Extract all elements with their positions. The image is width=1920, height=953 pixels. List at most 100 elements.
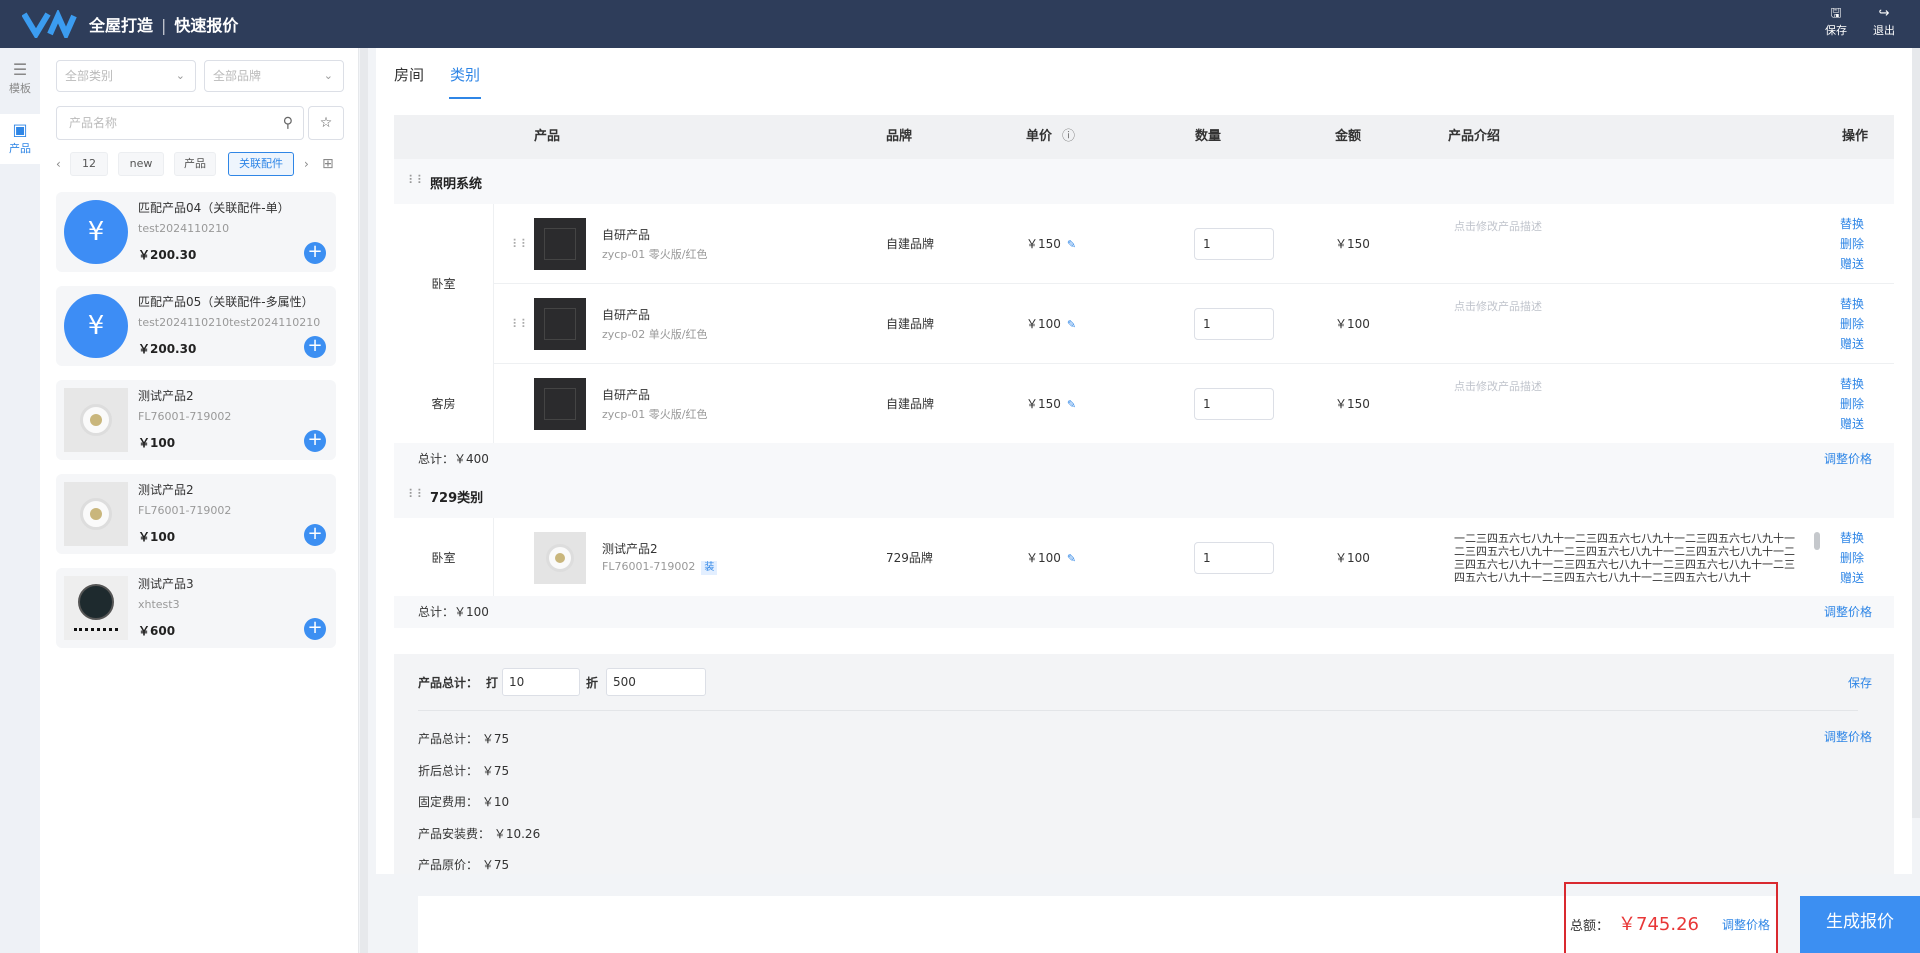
drag-handle-icon[interactable]: ⠇⠇	[408, 487, 426, 501]
add-product-button[interactable]: +	[304, 242, 326, 264]
rail-products[interactable]: ▣ 产品	[0, 114, 40, 164]
add-product-button[interactable]: +	[304, 524, 326, 546]
delete-link[interactable]: 删除	[1840, 314, 1864, 334]
replace-link[interactable]: 替换	[1840, 214, 1864, 234]
tag-product[interactable]: 产品	[174, 152, 216, 176]
adjust-price-link[interactable]: 调整价格	[1824, 443, 1872, 475]
pencil-icon[interactable]: ✎	[1067, 238, 1076, 251]
save-button[interactable]: 🖫 保存	[1818, 6, 1854, 38]
info-icon[interactable]: ⓘ	[1062, 115, 1075, 159]
replace-link[interactable]: 替换	[1840, 528, 1864, 548]
summary-line: 产品总计： ￥75	[418, 730, 509, 747]
summary-adjust-link[interactable]: 调整价格	[1824, 728, 1872, 745]
summary-line-label: 固定费用：	[418, 795, 479, 809]
footer-adjust-link[interactable]: 调整价格	[1722, 916, 1770, 933]
col-quantity: 数量	[1195, 129, 1222, 144]
product-card[interactable]: 测试产品2 FL76001-719002 ￥100 +	[56, 474, 336, 554]
subtotal-text: 总计：￥100	[418, 605, 489, 619]
summary-line: 产品原价： ￥75	[418, 856, 509, 873]
room-cell: 卧室	[394, 204, 494, 364]
category-select[interactable]: 全部类别 ⌄	[56, 60, 196, 92]
quantity-input[interactable]: 1	[1194, 228, 1274, 260]
product-search-input[interactable]: 产品名称 ⚲	[56, 106, 304, 140]
summary-line-label: 产品安装费：	[418, 827, 491, 841]
add-product-button[interactable]: +	[304, 430, 326, 452]
group-name: 729类别	[430, 491, 484, 506]
row-description[interactable]: 一二三四五六七八九十一二三四五六七八九十一二三四五六七八九十一二三四五六七八九十…	[1454, 532, 1804, 584]
chevron-left-icon[interactable]: ‹	[56, 152, 61, 176]
tag-new[interactable]: new	[118, 152, 164, 176]
replace-link[interactable]: 替换	[1840, 294, 1864, 314]
quantity-input[interactable]: 1	[1194, 308, 1274, 340]
search-icon[interactable]: ⚲	[283, 107, 293, 139]
row-product-name: 自研产品	[602, 308, 651, 322]
delete-link[interactable]: 删除	[1840, 548, 1864, 568]
panel-scrollbar[interactable]	[360, 48, 368, 953]
drag-handle-icon[interactable]: ⠇⠇	[512, 204, 530, 284]
row-description[interactable]: 点击修改产品描述	[1454, 378, 1542, 394]
product-card[interactable]: ¥ 匹配产品04（关联配件-单） test2024110210 ￥200.30 …	[56, 192, 336, 272]
favorite-button[interactable]: ☆	[308, 106, 344, 140]
tab-room[interactable]: 房间	[394, 64, 424, 85]
row-description[interactable]: 点击修改产品描述	[1454, 298, 1542, 314]
product-card[interactable]: 测试产品3 xhtest3 ￥600 +	[56, 568, 336, 648]
row-description[interactable]: 点击修改产品描述	[1454, 218, 1542, 234]
quantity-input[interactable]: 1	[1194, 542, 1274, 574]
table-row: 自研产品 zycp-01 零火版/红色 自建品牌 ￥150 ✎ 1 ￥150 点击…	[394, 364, 1894, 444]
main-scrollbar[interactable]	[1912, 48, 1920, 818]
drag-handle-icon[interactable]: ⠇⠇	[408, 173, 426, 187]
chevron-right-icon[interactable]: ›	[304, 152, 309, 176]
row-brand: 自建品牌	[886, 317, 935, 331]
exit-button[interactable]: ↪ 退出	[1866, 6, 1902, 38]
product-card-name: 测试产品2	[138, 389, 194, 403]
app-logo	[22, 10, 77, 38]
search-placeholder: 产品名称	[69, 116, 118, 130]
delete-link[interactable]: 删除	[1840, 394, 1864, 414]
grid-icon[interactable]: ⊞	[322, 152, 334, 176]
gift-link[interactable]: 赠送	[1840, 334, 1864, 354]
description-scrollbar[interactable]	[1814, 532, 1820, 550]
product-card[interactable]: 测试产品2 FL76001-719002 ￥100 +	[56, 380, 336, 460]
active-tab-indicator	[449, 97, 481, 99]
discount-input[interactable]: 10	[502, 668, 580, 696]
drag-handle-icon[interactable]: ⠇⠇	[512, 284, 530, 364]
room-cell: 卧室	[394, 518, 494, 598]
summary-line-value: ￥10	[481, 795, 510, 809]
row-product-code: FL76001-719002 装	[602, 560, 718, 575]
gift-link[interactable]: 赠送	[1840, 414, 1864, 434]
product-card-code: xhtest3	[138, 598, 180, 611]
summary-panel: 产品总计： 打 10 折 500 保存 调整价格 产品总计： ￥75 折后总计：…	[394, 654, 1894, 874]
tag-12[interactable]: 12	[70, 152, 108, 176]
table-header: 产品 品牌 单价 ⓘ 数量 金额 产品介绍 操作	[394, 115, 1894, 159]
replace-link[interactable]: 替换	[1840, 374, 1864, 394]
gift-link[interactable]: 赠送	[1840, 568, 1864, 588]
pencil-icon[interactable]: ✎	[1067, 398, 1076, 411]
add-product-button[interactable]: +	[304, 336, 326, 358]
row-amount: ￥150	[1335, 237, 1370, 251]
exit-label: 退出	[1873, 24, 1895, 37]
product-card[interactable]: ¥ 匹配产品05（关联配件-多属性） test2024110210test202…	[56, 286, 336, 366]
quantity-input[interactable]: 1	[1194, 388, 1274, 420]
yuan-icon: ¥	[64, 200, 128, 264]
delete-link[interactable]: 删除	[1840, 234, 1864, 254]
summary-save-link[interactable]: 保存	[1848, 674, 1872, 691]
col-intro: 产品介绍	[1448, 129, 1501, 144]
summary-line-value: ￥75	[481, 732, 510, 746]
row-brand: 自建品牌	[886, 237, 935, 251]
row-amount: ￥100	[1335, 317, 1370, 331]
row-product-name: 自研产品	[602, 388, 651, 402]
generate-quote-button[interactable]: 生成报价	[1800, 896, 1920, 953]
row-actions: 替换 删除 赠送	[1840, 294, 1864, 354]
product-card-code: test2024110210test2024110210	[138, 316, 321, 329]
adjust-price-link[interactable]: 调整价格	[1824, 596, 1872, 628]
amount-input[interactable]: 500	[606, 668, 706, 696]
tag-accessories[interactable]: 关联配件	[228, 152, 294, 176]
pencil-icon[interactable]: ✎	[1067, 552, 1076, 565]
brand-select[interactable]: 全部品牌 ⌄	[204, 60, 344, 92]
summary-line-label: 产品原价：	[418, 858, 479, 872]
pencil-icon[interactable]: ✎	[1067, 318, 1076, 331]
tab-category[interactable]: 类别	[450, 64, 480, 85]
rail-templates[interactable]: ☰ 模板	[0, 60, 40, 104]
gift-link[interactable]: 赠送	[1840, 254, 1864, 274]
add-product-button[interactable]: +	[304, 618, 326, 640]
